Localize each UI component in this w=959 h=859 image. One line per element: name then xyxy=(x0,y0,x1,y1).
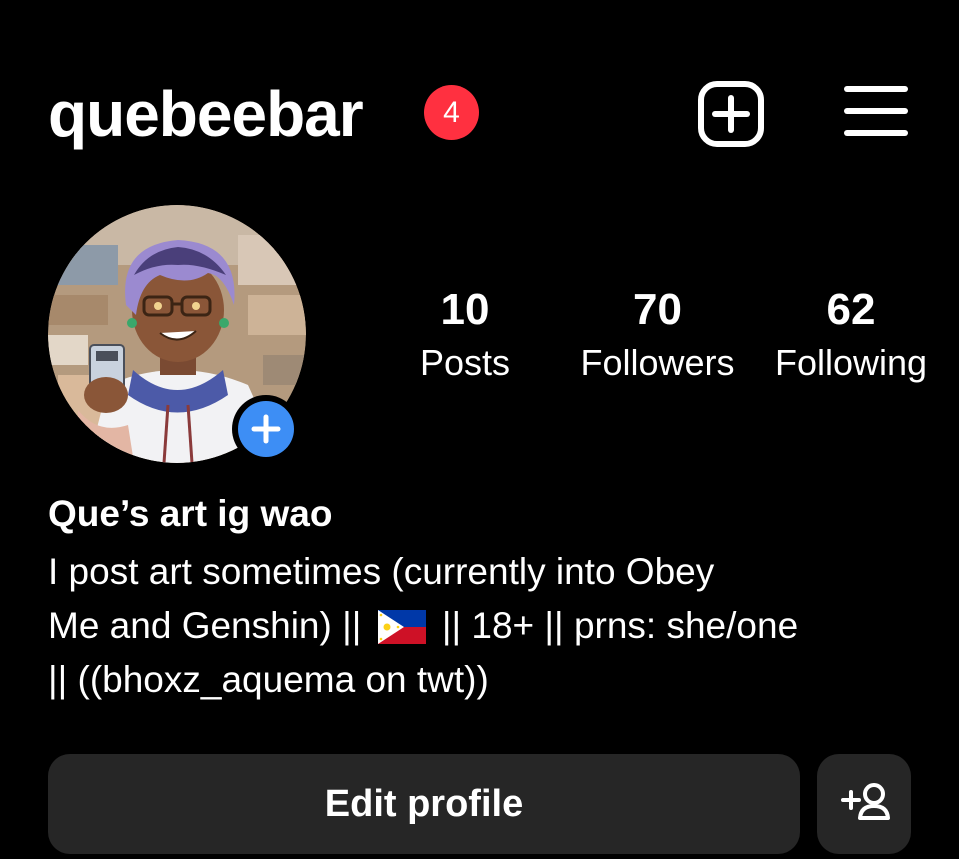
new-post-button[interactable] xyxy=(697,80,765,148)
add-story-circle xyxy=(238,401,294,457)
posts-label: Posts xyxy=(419,342,511,383)
profile-header: quebeebar 4 xyxy=(0,0,959,200)
plus-icon xyxy=(251,414,281,444)
bio-line-2-start: Me and Genshin) || xyxy=(48,605,362,646)
followers-count: 70 xyxy=(633,285,682,334)
add-person-icon xyxy=(841,783,890,820)
bio-line-2-end: || 18+ || prns: she/one xyxy=(441,605,799,646)
posts-stat[interactable]: 10 Posts xyxy=(405,282,525,388)
edit-profile-button[interactable]: Edit profile xyxy=(48,754,800,854)
profile-bio: I post art sometimes (currently into Obe… xyxy=(48,545,928,707)
bio-line-1: I post art sometimes (currently into Obe… xyxy=(48,551,715,592)
hamburger-menu-icon xyxy=(844,86,908,136)
followers-stat[interactable]: 70 Followers xyxy=(570,282,745,388)
username-title[interactable]: quebeebar xyxy=(48,74,364,154)
profile-display-name: Que’s art ig wao xyxy=(48,493,333,534)
bio-line-2: Me and Genshin) || || 18+ || prns: she/o… xyxy=(48,599,928,653)
posts-count: 10 xyxy=(440,285,490,334)
discover-people-button[interactable] xyxy=(817,754,911,854)
avatar-container xyxy=(48,205,306,463)
menu-button[interactable] xyxy=(843,83,909,139)
bio-line-3: || ((bhoxz_aquema on twt)) xyxy=(48,659,489,700)
following-stat[interactable]: 62 Following xyxy=(762,282,940,388)
philippines-flag-icon xyxy=(377,610,426,644)
notification-badge[interactable]: 4 xyxy=(424,85,479,140)
followers-label: Followers xyxy=(580,342,735,383)
following-count: 62 xyxy=(826,285,876,334)
add-story-button[interactable] xyxy=(232,395,300,463)
following-label: Following xyxy=(774,342,928,383)
plus-square-icon xyxy=(698,81,764,147)
